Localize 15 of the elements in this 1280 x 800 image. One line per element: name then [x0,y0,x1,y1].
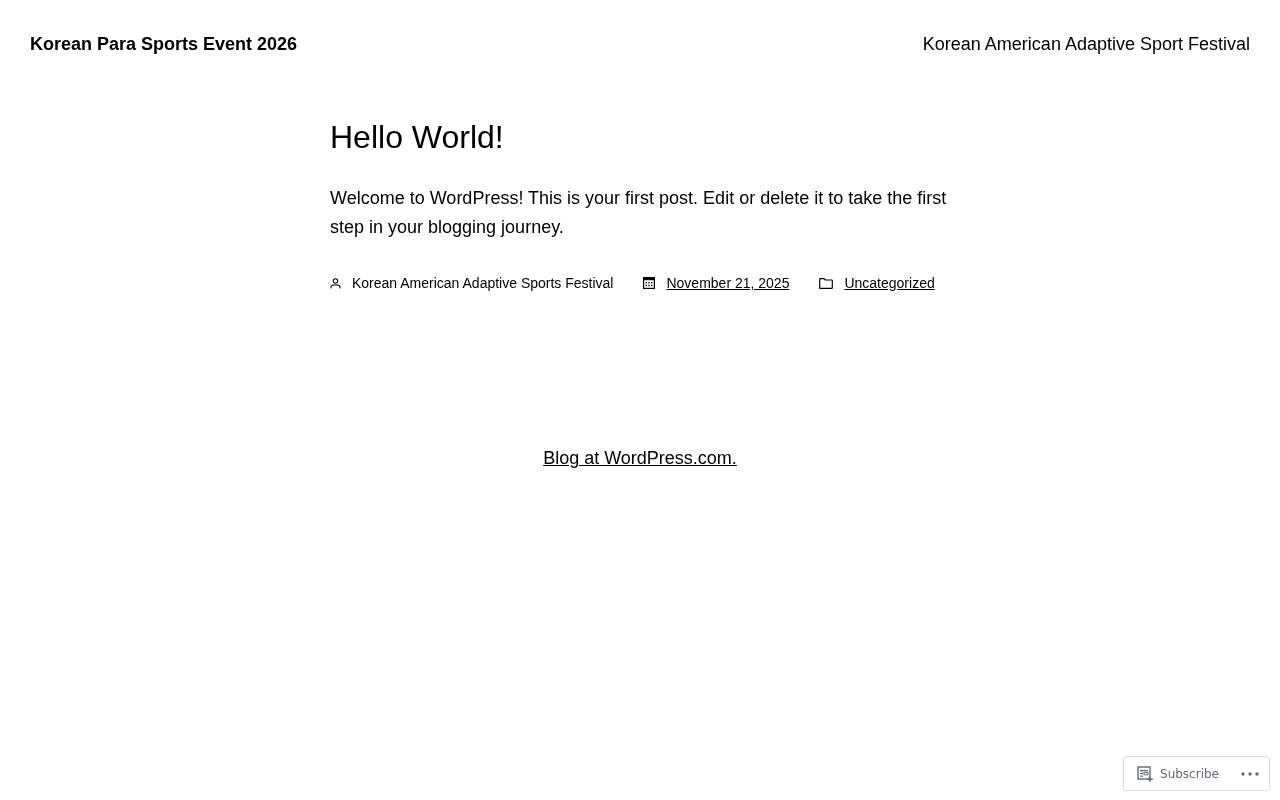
meta-link[interactable]: Uncategorized [844,273,935,293]
post-title: Hello World! [330,118,505,157]
subscribe-button[interactable]: Subscribe [1124,757,1229,790]
more-button[interactable] [1229,757,1269,790]
meta-link[interactable]: November 21, 2025 [666,273,790,293]
folder-icon [819,277,834,289]
author-name: Korean American Adaptive Sports Festival [352,274,614,293]
more-icon [1241,771,1259,776]
calendar-icon [643,277,656,289]
reader-icon [1137,765,1154,782]
footer-credit-link[interactable]: Blog at WordPress.com. [543,446,737,470]
site-title[interactable]: Korean Para Sports Event 2026 [30,32,298,56]
person-icon [330,277,341,289]
nav-link[interactable]: Korean American Adaptive Sport Festival [922,34,1250,54]
post-body: Welcome to WordPress! This is your first post. Edit or delete it to take the first step in your blogging journey. [330,187,948,239]
